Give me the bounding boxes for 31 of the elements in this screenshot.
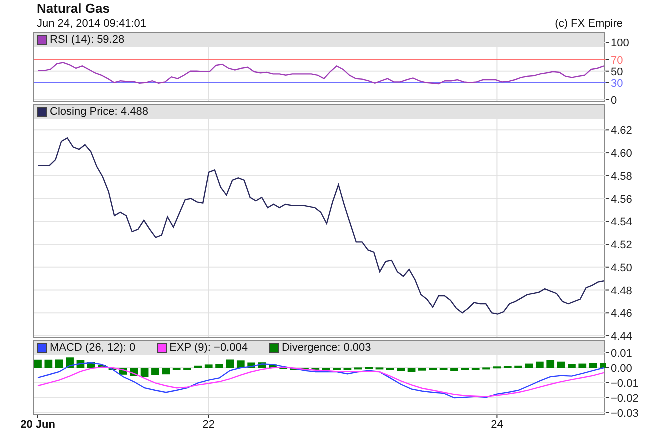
axis-label: 22 [202,419,215,431]
axis-label: −0.03 [611,408,639,420]
copyright-text: (c) FX Empire [555,18,623,30]
axis-label: −0.02 [611,393,639,405]
axis-label: 4.48 [611,285,632,298]
axis-label: 30 [611,78,624,90]
legend-label: RSI (14): 59.28 [50,34,125,46]
axis-label: 4.52 [611,240,632,252]
axis-label: 4.46 [611,308,632,320]
axis-label: 4.56 [611,194,632,206]
axis-label: 70 [611,54,624,67]
axis-label: 24 [491,419,504,431]
axis-label: 4.62 [611,125,632,138]
legend-label: Closing Price: 4.488 [50,106,148,118]
timestamp: Jun 24, 2014 09:41:01 [37,18,146,30]
axis-label: 0 [611,95,618,107]
axis-label: 0.01 [611,348,632,360]
legend-label: EXP (9): −0.004 [170,342,248,354]
axis-label: 4.54 [611,216,632,229]
axis-label: 20 Jun [20,419,56,431]
chart-title: Natural Gas [36,1,110,16]
legend-label: MACD (26, 12): 0 [50,342,136,354]
legend-label: Divergence: 0.003 [282,342,372,354]
axis-label: 4.50 [611,262,632,274]
axis-label: 0.00 [611,363,632,375]
axis-label: 4.58 [611,170,632,183]
axis-label: 100 [611,38,630,50]
axis-label: 4.44 [611,331,632,343]
axis-label: 50 [611,66,624,78]
axis-label: 4.60 [611,148,632,160]
axis-label: −0.01 [611,378,639,390]
